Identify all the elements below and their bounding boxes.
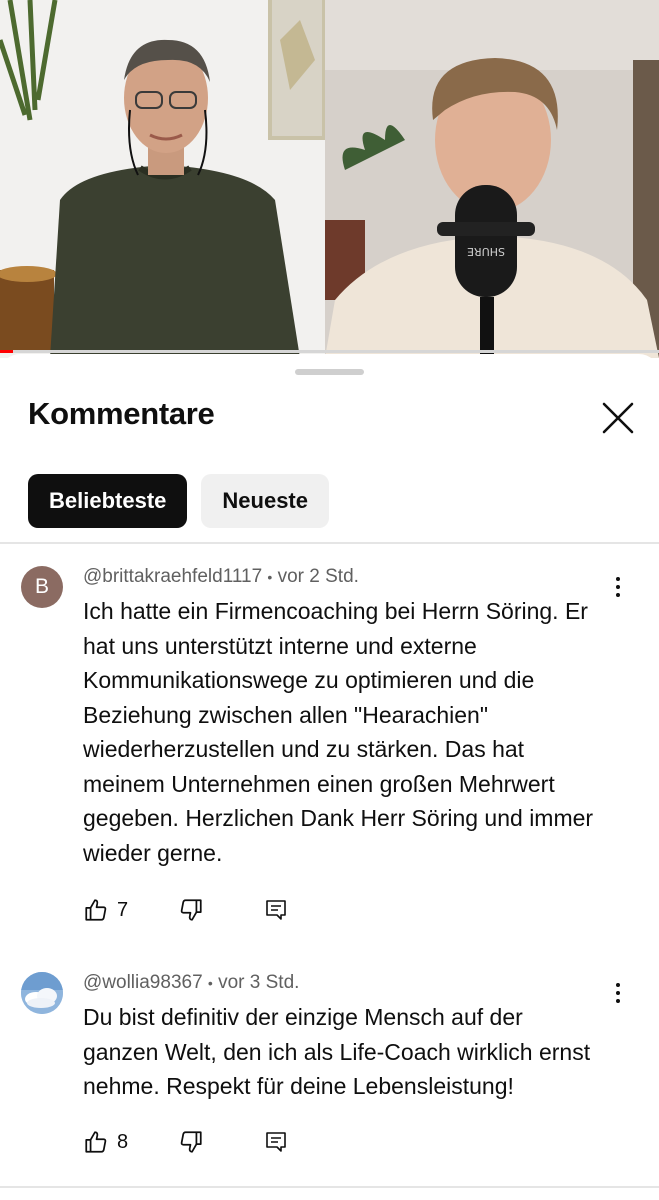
chip-neueste[interactable]: Neueste — [201, 474, 329, 528]
comment-actions: 7 — [83, 893, 288, 927]
comment-line: Kommunikationswege zu optimieren und die — [83, 667, 535, 693]
like-button[interactable]: 8 — [83, 1129, 128, 1155]
video-progress-bar[interactable] — [0, 350, 659, 353]
comment-author[interactable]: @brittakraehfeld1117 — [83, 566, 262, 587]
comment-meta: @brittakraehfeld1117 • vor 2 Std. — [83, 566, 359, 588]
svg-text:SHURE: SHURE — [467, 245, 505, 258]
divider — [0, 1186, 659, 1188]
chip-beliebteste[interactable]: Beliebteste — [28, 474, 188, 528]
comment-line: Beziehung zwischen allen "Hearachien" — [83, 701, 489, 728]
avatar[interactable]: B — [21, 566, 63, 608]
comment-text: Du bist definitiv der einzige Mensch auf… — [83, 1000, 623, 1104]
sort-chips: Beliebteste Neueste — [28, 474, 329, 528]
close-icon — [602, 402, 634, 434]
comment-line: Du bist definitiv der einzige Mensch auf… — [83, 1004, 523, 1030]
thumbs-up-icon — [85, 1131, 107, 1153]
reply-icon — [266, 1132, 286, 1152]
comment-author[interactable]: @wollia98367 — [83, 972, 203, 993]
comment-line: ganzen Welt, den ich als Life-Coach wirk… — [83, 1038, 591, 1065]
more-icon — [616, 983, 620, 987]
video-left-speaker — [0, 0, 325, 358]
avatar-letter: B — [34, 575, 49, 598]
thumbs-up-icon — [85, 899, 107, 921]
like-button[interactable]: 7 — [83, 897, 128, 923]
comment-line: hat uns unterstützt interne und externe — [83, 632, 477, 659]
avatar[interactable] — [21, 972, 63, 1014]
close-button[interactable] — [596, 396, 640, 440]
more-icon — [616, 577, 620, 581]
thumbs-down-icon — [180, 899, 202, 921]
reply-button[interactable] — [264, 1130, 288, 1154]
reply-button[interactable] — [264, 898, 288, 922]
comment-meta: @wollia98367 • vor 3 Std. — [83, 972, 299, 994]
comment-line: Ich hatte ein Firmencoaching bei Herrn S… — [83, 598, 588, 624]
comment-time: vor 2 Std. — [277, 566, 359, 587]
comment-line: meinem Unternehmen einen großen Mehrwert — [83, 770, 555, 797]
comment-line: gegeben. Herzlichen Dank Herr Söring und… — [83, 805, 594, 831]
dislike-button[interactable] — [178, 1129, 204, 1155]
divider — [0, 542, 659, 544]
dislike-button[interactable] — [178, 897, 204, 923]
thumbs-down-icon — [180, 1131, 202, 1153]
comment-line: wieder gerne. — [83, 839, 223, 866]
comment-line: wiederherzustellen und zu stärken. Das h… — [83, 736, 525, 762]
comment-actions: 8 — [83, 1125, 288, 1159]
video-progress-fill — [0, 350, 14, 353]
drag-handle[interactable] — [295, 369, 364, 375]
like-count: 8 — [117, 1130, 129, 1153]
comment-line: nehme. Respekt für deine Lebensleistung! — [83, 1073, 514, 1099]
comment-text: Ich hatte ein Firmencoaching bei Herrn S… — [83, 594, 623, 870]
video-player[interactable]: SHURE — [0, 0, 659, 358]
cloud-avatar-icon — [21, 972, 63, 1014]
video-right-speaker: SHURE — [325, 0, 659, 358]
comment-time: vor 3 Std. — [218, 972, 300, 993]
comments-sheet: Kommentare Beliebteste Neueste B @britta… — [0, 354, 659, 1200]
reply-icon — [266, 900, 286, 920]
meta-separator: • — [267, 569, 273, 585]
meta-separator: • — [207, 975, 213, 991]
like-count: 7 — [117, 898, 129, 921]
sheet-title: Kommentare — [28, 396, 215, 431]
